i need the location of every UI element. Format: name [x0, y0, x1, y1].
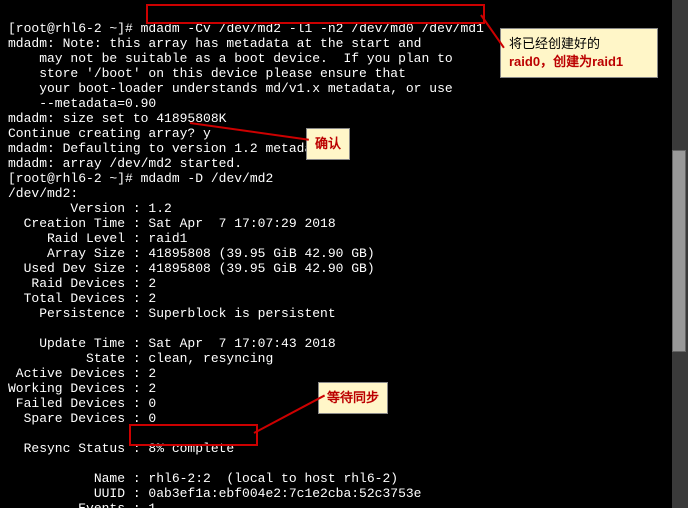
output-line: mdadm: Defaulting to version 1.2 metadat…: [8, 141, 328, 156]
output-line-confirm: Continue creating array? y: [8, 126, 211, 141]
detail-working-devices: Working Devices : 2: [8, 381, 156, 396]
command-mdadm-create: mdadm -Cv /dev/md2 -l1 -n2 /dev/md0 /dev…: [133, 21, 484, 36]
detail-raid-level: Raid Level : raid1: [8, 231, 187, 246]
callout-confirm: 确认: [306, 128, 350, 160]
shell-prompt: [root@rhl6-2 ~]#: [8, 21, 133, 36]
detail-resync-status: Resync Status : 8% complete: [8, 441, 234, 456]
output-line: --metadata=0.90: [8, 96, 156, 111]
command-mdadm-detail: mdadm -D /dev/md2: [133, 171, 273, 186]
callout-text: 确认: [315, 136, 341, 151]
output-line: may not be suitable as a boot device. If…: [8, 51, 453, 66]
detail-state: State : clean, resyncing: [8, 351, 273, 366]
detail-spare-devices: Spare Devices : 0: [8, 411, 156, 426]
detail-used-dev-size: Used Dev Size : 41895808 (39.95 GiB 42.9…: [8, 261, 375, 276]
callout-text: 等待同步: [327, 390, 379, 405]
output-line: your boot-loader understands md/v1.x met…: [8, 81, 453, 96]
shell-prompt: [root@rhl6-2 ~]#: [8, 171, 133, 186]
callout-text: raid0，创建为raid1: [509, 54, 623, 69]
vertical-scrollbar[interactable]: [672, 0, 688, 508]
callout-text: 将已经创建好的: [509, 36, 600, 51]
scrollbar-thumb[interactable]: [672, 150, 686, 352]
detail-raid-devices: Raid Devices : 2: [8, 276, 156, 291]
output-line: mdadm: array /dev/md2 started.: [8, 156, 242, 171]
detail-array-size: Array Size : 41895808 (39.95 GiB 42.90 G…: [8, 246, 375, 261]
detail-active-devices: Active Devices : 2: [8, 366, 156, 381]
detail-total-devices: Total Devices : 2: [8, 291, 156, 306]
output-line: store '/boot' on this device please ensu…: [8, 66, 406, 81]
detail-update-time: Update Time : Sat Apr 7 17:07:43 2018: [8, 336, 336, 351]
detail-events: Events : 1: [8, 501, 156, 508]
detail-persistence: Persistence : Superblock is persistent: [8, 306, 336, 321]
detail-uuid: UUID : 0ab3ef1a:ebf004e2:7c1e2cba:52c375…: [8, 486, 421, 501]
detail-creation-time: Creation Time : Sat Apr 7 17:07:29 2018: [8, 216, 336, 231]
output-line: mdadm: Note: this array has metadata at …: [8, 36, 421, 51]
callout-create-raid1: 将已经创建好的 raid0，创建为raid1: [500, 28, 658, 78]
detail-failed-devices: Failed Devices : 0: [8, 396, 156, 411]
output-device: /dev/md2:: [8, 186, 78, 201]
callout-wait-sync: 等待同步: [318, 382, 388, 414]
detail-name: Name : rhl6-2:2 (local to host rhl6-2): [8, 471, 398, 486]
detail-version: Version : 1.2: [8, 201, 172, 216]
